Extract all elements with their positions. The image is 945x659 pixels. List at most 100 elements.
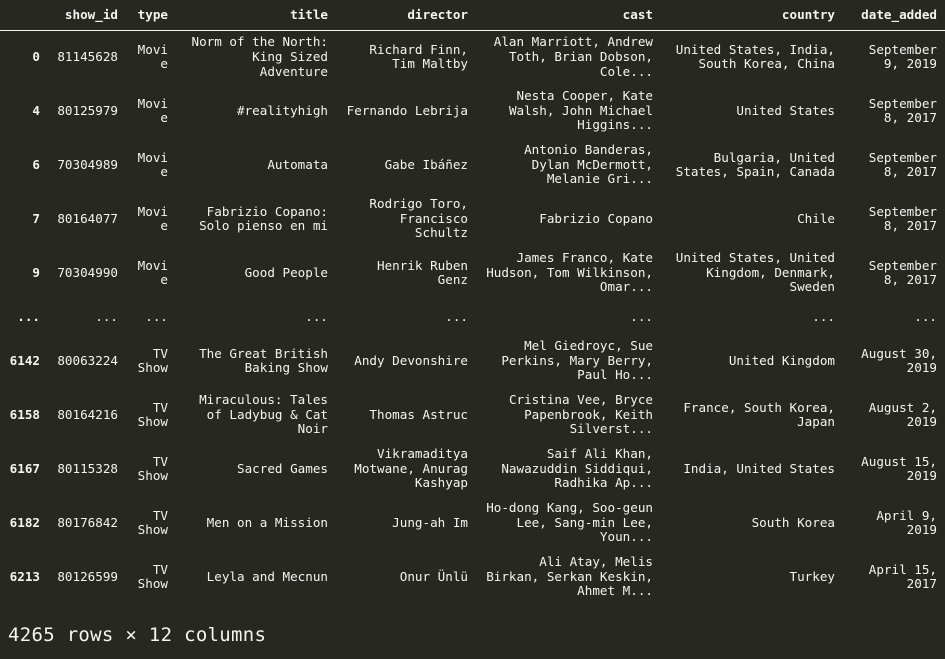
dataframe-table: show_id type title director cast country… bbox=[0, 0, 945, 604]
cell-director: ... bbox=[445, 308, 468, 324]
cell-title: Miraculous: Tales of Ladybug & Cat Noir bbox=[199, 392, 328, 437]
cell-type: Movie bbox=[137, 257, 168, 288]
cell-title: Men on a Mission bbox=[206, 514, 328, 530]
cell-country: United States bbox=[736, 102, 835, 118]
column-header-country: country bbox=[781, 7, 835, 22]
cell-country: Chile bbox=[797, 210, 835, 226]
cell-director: Vikramaditya Motwane, Anurag Kashyap bbox=[354, 446, 468, 491]
table-row: 6 70304989 Movie Automata Gabe Ibáñez An… bbox=[0, 138, 945, 192]
cell-cast: Antonio Banderas, Dylan McDermott, Melan… bbox=[524, 142, 653, 187]
cell-type: TV Show bbox=[137, 453, 168, 484]
cell-date-added: September 8, 2017 bbox=[868, 257, 937, 288]
cell-date-added: September 8, 2017 bbox=[868, 203, 937, 234]
cell-title: #realityhigh bbox=[237, 102, 328, 118]
cell-date-added: ... bbox=[914, 308, 937, 324]
cell-show-id: 80125979 bbox=[57, 102, 118, 118]
cell-date-added: September 8, 2017 bbox=[868, 149, 937, 180]
cell-cast: Ho-dong Kang, Soo-geun Lee, Sang-min Lee… bbox=[486, 500, 653, 545]
cell-country: ... bbox=[812, 308, 835, 324]
row-index: 6213 bbox=[9, 568, 40, 584]
cell-type: TV Show bbox=[137, 399, 168, 430]
row-index: 6 bbox=[32, 156, 40, 172]
dataframe-output: show_id type title director cast country… bbox=[0, 0, 945, 659]
cell-show-id: 80164216 bbox=[57, 406, 118, 422]
cell-show-id: 80176842 bbox=[57, 514, 118, 530]
cell-director: Jung-ah Im bbox=[392, 514, 468, 530]
table-header: show_id type title director cast country… bbox=[0, 0, 945, 31]
cell-date-added: April 15, 2017 bbox=[868, 561, 937, 592]
column-header-cast: cast bbox=[622, 7, 653, 22]
cell-cast: Alan Marriott, Andrew Toth, Brian Dobson… bbox=[493, 34, 653, 79]
cell-country: South Korea bbox=[751, 514, 835, 530]
cell-country: United States, United Kingdom, Denmark, … bbox=[675, 250, 835, 295]
cell-director: Fernando Lebrija bbox=[346, 102, 468, 118]
cell-date-added: April 9, 2019 bbox=[876, 507, 937, 538]
cell-show-id: ... bbox=[95, 308, 118, 324]
table-row: 9 70304990 Movie Good People Henrik Rube… bbox=[0, 246, 945, 300]
row-index: ... bbox=[17, 308, 40, 324]
table-body: 0 81145628 Movie Norm of the North: King… bbox=[0, 30, 945, 604]
row-index: 6167 bbox=[9, 460, 40, 476]
table-row: 6158 80164216 TV Show Miraculous: Tales … bbox=[0, 388, 945, 442]
cell-director: Onur Ünlü bbox=[399, 568, 468, 584]
cell-show-id: 81145628 bbox=[57, 49, 118, 65]
table-row: 4 80125979 Movie #realityhigh Fernando L… bbox=[0, 84, 945, 138]
dataframe-shape-summary: 4265 rows × 12 columns bbox=[8, 624, 267, 646]
cell-show-id: 80063224 bbox=[57, 352, 118, 368]
cell-show-id: 80164077 bbox=[57, 210, 118, 226]
cell-show-id: 70304989 bbox=[57, 156, 118, 172]
row-index: 9 bbox=[32, 264, 40, 280]
row-index: 7 bbox=[32, 210, 40, 226]
cell-type: Movie bbox=[137, 41, 168, 72]
cell-show-id: 80126599 bbox=[57, 568, 118, 584]
column-header-director: director bbox=[407, 7, 468, 22]
row-index: 6158 bbox=[9, 406, 40, 422]
table-row-truncation: ... ... ... ... ... ... ... ... bbox=[0, 300, 945, 334]
cell-cast: ... bbox=[630, 308, 653, 324]
cell-title: Leyla and Mecnun bbox=[206, 568, 328, 584]
cell-director: Richard Finn, Tim Maltby bbox=[369, 41, 468, 72]
cell-director: Henrik Ruben Genz bbox=[377, 257, 468, 288]
table-row: 6167 80115328 TV Show Sacred Games Vikra… bbox=[0, 442, 945, 496]
table-row: 6182 80176842 TV Show Men on a Mission J… bbox=[0, 496, 945, 550]
cell-title: Fabrizio Copano: Solo pienso en mi bbox=[199, 203, 328, 234]
cell-title: The Great British Baking Show bbox=[199, 345, 328, 376]
cell-date-added: August 30, 2019 bbox=[861, 345, 937, 376]
cell-country: India, United States bbox=[683, 460, 835, 476]
cell-cast: Saif Ali Khan, Nawazuddin Siddiqui, Radh… bbox=[501, 446, 653, 491]
cell-type: ... bbox=[145, 308, 168, 324]
table-row: 6142 80063224 TV Show The Great British … bbox=[0, 334, 945, 388]
cell-country: United States, India, South Korea, China bbox=[675, 41, 835, 72]
cell-country: Turkey bbox=[789, 568, 836, 584]
cell-title: Norm of the North: King Sized Adventure bbox=[191, 34, 328, 79]
column-header-title: title bbox=[290, 7, 328, 22]
cell-date-added: August 15, 2019 bbox=[861, 453, 937, 484]
cell-date-added: August 2, 2019 bbox=[868, 399, 937, 430]
cell-country: France, South Korea, Japan bbox=[683, 399, 835, 430]
table-row: 7 80164077 Movie Fabrizio Copano: Solo p… bbox=[0, 192, 945, 246]
cell-show-id: 80115328 bbox=[57, 460, 118, 476]
cell-type: TV Show bbox=[137, 561, 168, 592]
row-index: 6182 bbox=[9, 514, 40, 530]
cell-title: ... bbox=[305, 308, 328, 324]
cell-type: Movie bbox=[137, 203, 168, 234]
cell-type: Movie bbox=[137, 149, 168, 180]
cell-title: Automata bbox=[267, 156, 328, 172]
row-index: 6142 bbox=[9, 352, 40, 368]
column-header-type: type bbox=[137, 7, 168, 22]
cell-cast: James Franco, Kate Hudson, Tom Wilkinson… bbox=[486, 250, 653, 295]
cell-cast: Cristina Vee, Bryce Papenbrook, Keith Si… bbox=[508, 392, 653, 437]
cell-director: Gabe Ibáñez bbox=[384, 156, 468, 172]
cell-type: TV Show bbox=[137, 345, 168, 376]
row-index: 4 bbox=[32, 102, 40, 118]
cell-type: Movie bbox=[137, 95, 168, 126]
cell-title: Sacred Games bbox=[237, 460, 328, 476]
cell-country: Bulgaria, United States, Spain, Canada bbox=[675, 149, 835, 180]
cell-type: TV Show bbox=[137, 507, 168, 538]
cell-date-added: September 9, 2019 bbox=[868, 41, 937, 72]
column-header-index bbox=[0, 0, 48, 30]
cell-country: United Kingdom bbox=[728, 352, 835, 368]
cell-cast: Nesta Cooper, Kate Walsh, John Michael H… bbox=[508, 88, 653, 133]
column-header-show-id: show_id bbox=[64, 7, 118, 22]
cell-cast: Mel Giedroyc, Sue Perkins, Mary Berry, P… bbox=[501, 338, 653, 383]
